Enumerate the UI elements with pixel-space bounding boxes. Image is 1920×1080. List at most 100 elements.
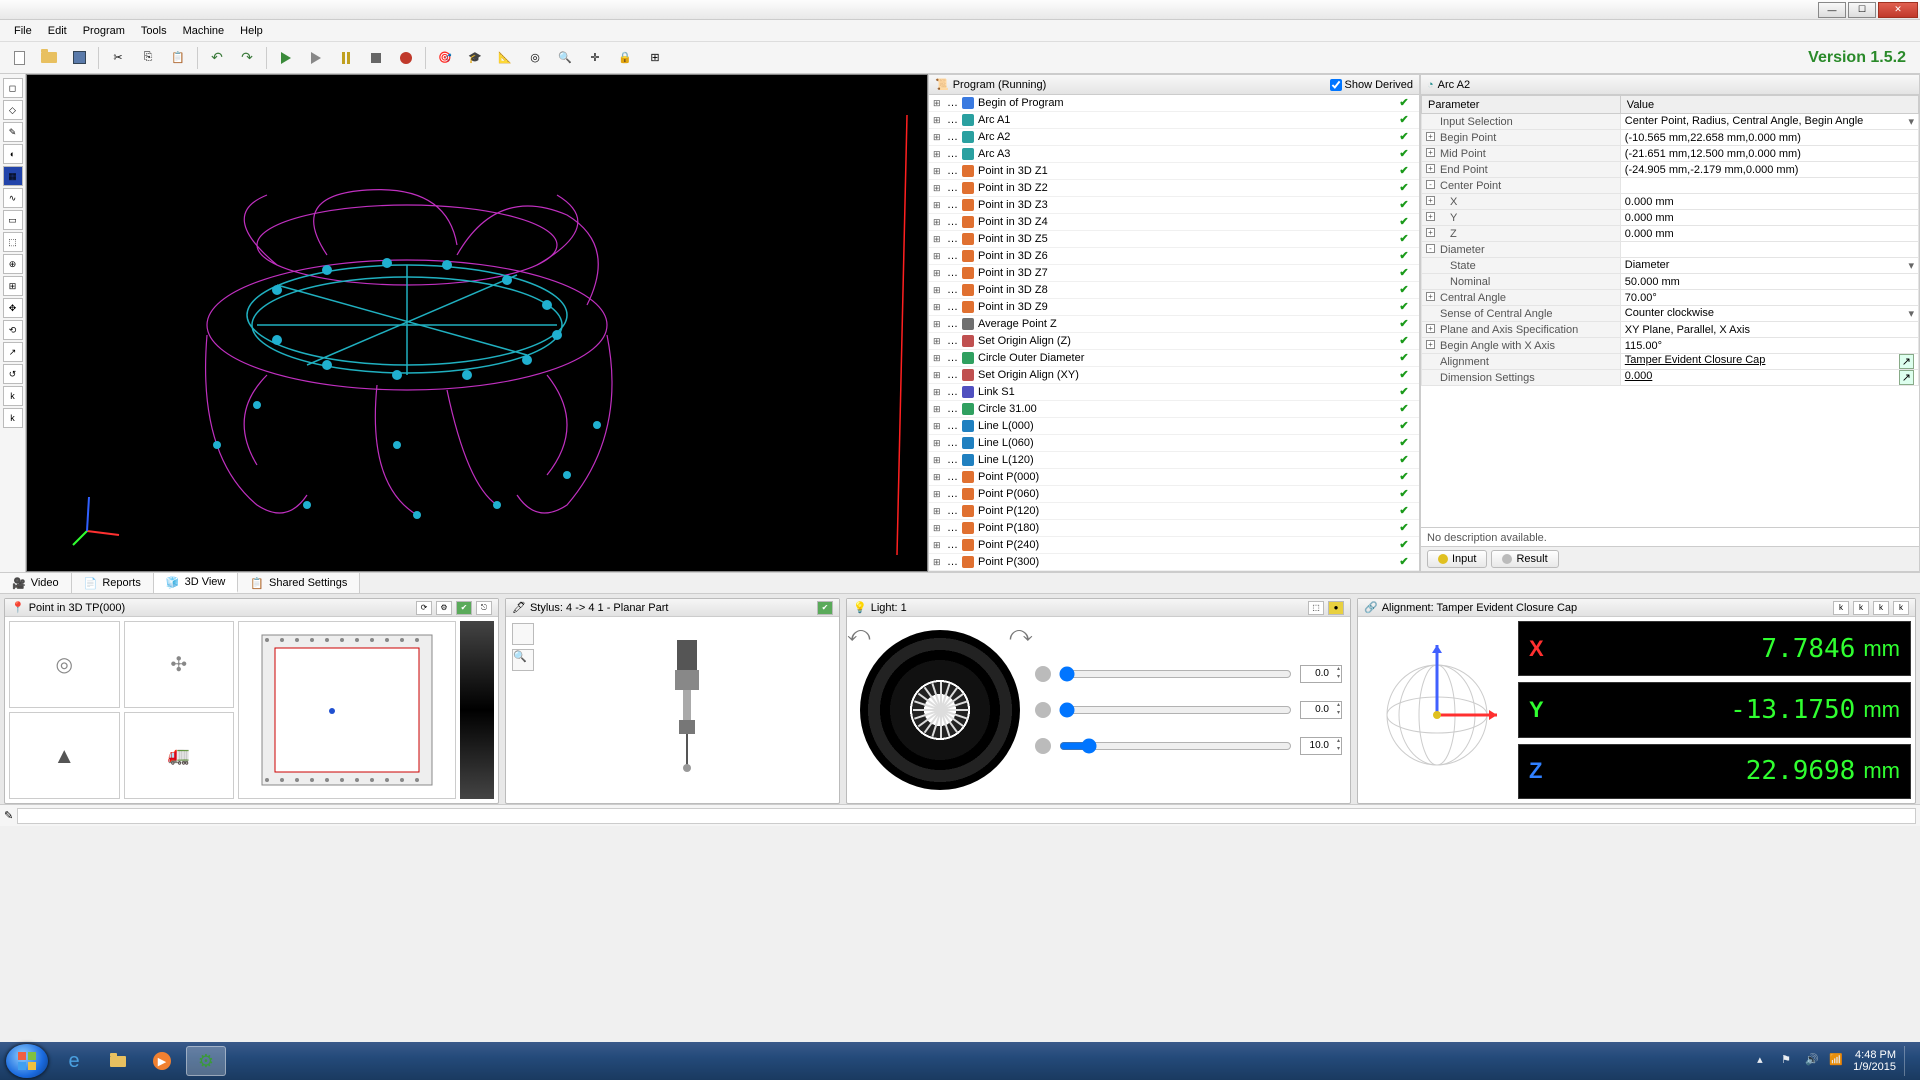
run-button[interactable] bbox=[273, 45, 299, 71]
command-input[interactable] bbox=[17, 808, 1916, 824]
program-item[interactable]: ⊞…Point in 3D Z6✔ bbox=[929, 248, 1419, 265]
stop-button[interactable] bbox=[363, 45, 389, 71]
mode-cell-3[interactable]: ▲ bbox=[9, 712, 120, 799]
lock-button[interactable]: 🔒 bbox=[612, 45, 638, 71]
menu-machine[interactable]: Machine bbox=[175, 23, 233, 39]
pause-button[interactable] bbox=[333, 45, 359, 71]
gutter-tool-10[interactable]: ⊞ bbox=[3, 276, 23, 296]
gutter-tool-5[interactable]: ▦ bbox=[3, 166, 23, 186]
light-slider-3[interactable]: 10.0 bbox=[1035, 737, 1342, 755]
param-row[interactable]: StateDiameter ▾ bbox=[1422, 258, 1919, 274]
tab-result[interactable]: Result bbox=[1491, 550, 1558, 568]
gutter-tool-8[interactable]: ⬚ bbox=[3, 232, 23, 252]
param-row[interactable]: Nominal50.000 mm bbox=[1422, 274, 1919, 290]
stage-map[interactable] bbox=[238, 621, 456, 799]
grid-button[interactable]: ⊞ bbox=[642, 45, 668, 71]
program-item[interactable]: ⊞…Line L(060)✔ bbox=[929, 435, 1419, 452]
program-item[interactable]: ⊞…Begin of Program✔ bbox=[929, 95, 1419, 112]
program-item[interactable]: ⊞…Point P(060)✔ bbox=[929, 486, 1419, 503]
viewport-3d[interactable] bbox=[26, 74, 928, 572]
program-item[interactable]: ⊞…Point in 3D Z4✔ bbox=[929, 214, 1419, 231]
tab-shared-settings[interactable]: 📋Shared Settings bbox=[238, 573, 360, 593]
param-row[interactable]: -Diameter bbox=[1422, 242, 1919, 258]
program-tree[interactable]: ⊞…Begin of Program✔⊞…Arc A1✔⊞…Arc A2✔⊞…A… bbox=[929, 95, 1419, 571]
program-item[interactable]: ⊞…Line L(120)✔ bbox=[929, 452, 1419, 469]
d4-b4[interactable]: k bbox=[1893, 601, 1909, 615]
gutter-tool-9[interactable]: ⊕ bbox=[3, 254, 23, 274]
record-button[interactable] bbox=[393, 45, 419, 71]
save-button[interactable] bbox=[66, 45, 92, 71]
light-slider-2[interactable]: 0.0 bbox=[1035, 701, 1342, 719]
zoom-fit-button[interactable]: 🔍 bbox=[552, 45, 578, 71]
tray-clock[interactable]: 4:48 PM1/9/2015 bbox=[1853, 1049, 1896, 1073]
start-button[interactable] bbox=[6, 1044, 48, 1078]
d1-btn2[interactable]: ⚙ bbox=[436, 601, 452, 615]
program-item[interactable]: ⊞…Point in 3D Z1✔ bbox=[929, 163, 1419, 180]
program-item[interactable]: ⊞…Point P(180)✔ bbox=[929, 520, 1419, 537]
tab-3d-view[interactable]: 🧊3D View bbox=[154, 573, 238, 593]
tray-network-icon[interactable]: 📶 bbox=[1829, 1053, 1845, 1069]
gutter-tool-13[interactable]: ↗ bbox=[3, 342, 23, 362]
menu-help[interactable]: Help bbox=[232, 23, 271, 39]
show-desktop-button[interactable] bbox=[1904, 1046, 1912, 1076]
tray-flag-icon[interactable]: ⚑ bbox=[1781, 1053, 1797, 1069]
orientation-sphere[interactable] bbox=[1362, 621, 1512, 799]
tab-video[interactable]: 🎥Video bbox=[0, 573, 72, 593]
paste-button[interactable]: 📋 bbox=[165, 45, 191, 71]
gutter-tool-3[interactable]: ✎ bbox=[3, 122, 23, 142]
mode-cell-2[interactable]: ✣ bbox=[124, 621, 235, 708]
target-button[interactable]: ◎ bbox=[522, 45, 548, 71]
d3-btn1[interactable]: ⬚ bbox=[1308, 601, 1324, 615]
tray-volume-icon[interactable]: 🔊 bbox=[1805, 1053, 1821, 1069]
param-row[interactable]: Sense of Central AngleCounter clockwise … bbox=[1422, 306, 1919, 322]
task-explorer[interactable] bbox=[98, 1046, 138, 1076]
param-row[interactable]: +Plane and Axis SpecificationXY Plane, P… bbox=[1422, 322, 1919, 338]
program-item[interactable]: ⊞…Point P(240)✔ bbox=[929, 537, 1419, 554]
d3-btn2[interactable]: ● bbox=[1328, 601, 1344, 615]
param-row[interactable]: Dimension Settings0.000↗ bbox=[1422, 370, 1919, 386]
gutter-tool-14[interactable]: ↺ bbox=[3, 364, 23, 384]
close-button[interactable]: ✕ bbox=[1878, 2, 1918, 18]
redo-button[interactable]: ↷ bbox=[234, 45, 260, 71]
gutter-tool-15[interactable]: k bbox=[3, 386, 23, 406]
undo-button[interactable]: ↶ bbox=[204, 45, 230, 71]
stylus-view[interactable] bbox=[540, 623, 833, 797]
light-slider-1[interactable]: 0.0 bbox=[1035, 665, 1342, 683]
gutter-tool-16[interactable]: k bbox=[3, 408, 23, 428]
tab-input[interactable]: Input bbox=[1427, 550, 1487, 568]
program-item[interactable]: ⊞…Point P(120)✔ bbox=[929, 503, 1419, 520]
open-button[interactable] bbox=[36, 45, 62, 71]
param-row[interactable]: +Central Angle70.00° bbox=[1422, 290, 1919, 306]
program-item[interactable]: ⊞…Arc A2✔ bbox=[929, 129, 1419, 146]
param-row[interactable]: +X0.000 mm bbox=[1422, 194, 1919, 210]
program-item[interactable]: ⊞…Link S1✔ bbox=[929, 384, 1419, 401]
tab-reports[interactable]: 📄Reports bbox=[72, 573, 154, 593]
gutter-tool-12[interactable]: ⟲ bbox=[3, 320, 23, 340]
gutter-tool-11[interactable]: ✥ bbox=[3, 298, 23, 318]
mode-cell-1[interactable]: ◎ bbox=[9, 621, 120, 708]
stylus-tool-1[interactable] bbox=[512, 623, 534, 645]
mode-cell-4[interactable]: 🚛 bbox=[124, 712, 235, 799]
param-row[interactable]: Input SelectionCenter Point, Radius, Cen… bbox=[1422, 114, 1919, 130]
task-app[interactable]: ⚙ bbox=[186, 1046, 226, 1076]
program-item[interactable]: ⊞…Line L(000)✔ bbox=[929, 418, 1419, 435]
maximize-button[interactable]: ☐ bbox=[1848, 2, 1876, 18]
menu-program[interactable]: Program bbox=[75, 23, 133, 39]
d4-b1[interactable]: k bbox=[1833, 601, 1849, 615]
d1-btn1[interactable]: ⟳ bbox=[416, 601, 432, 615]
program-item[interactable]: ⊞…Point in 3D Z2✔ bbox=[929, 180, 1419, 197]
axes-button[interactable]: ✛ bbox=[582, 45, 608, 71]
program-item[interactable]: ⊞…Arc A3✔ bbox=[929, 146, 1419, 163]
gutter-tool-6[interactable]: ∿ bbox=[3, 188, 23, 208]
program-item[interactable]: ⊞…Average Point Z✔ bbox=[929, 316, 1419, 333]
gutter-tool-4[interactable]: ◐ bbox=[3, 144, 23, 164]
param-row[interactable]: AlignmentTamper Evident Closure Cap↗ bbox=[1422, 354, 1919, 370]
program-item[interactable]: ⊞…Set Origin Align (Z)✔ bbox=[929, 333, 1419, 350]
gutter-tool-1[interactable]: ◻ bbox=[3, 78, 23, 98]
gutter-tool-2[interactable]: ◇ bbox=[3, 100, 23, 120]
program-item[interactable]: ⊞…Circle 31.00✔ bbox=[929, 401, 1419, 418]
program-item[interactable]: ⊞…Circle Outer Diameter✔ bbox=[929, 350, 1419, 367]
tray-up-icon[interactable]: ▴ bbox=[1757, 1053, 1773, 1069]
task-media[interactable]: ▶ bbox=[142, 1046, 182, 1076]
d1-btn4[interactable]: ⎋ bbox=[476, 601, 492, 615]
